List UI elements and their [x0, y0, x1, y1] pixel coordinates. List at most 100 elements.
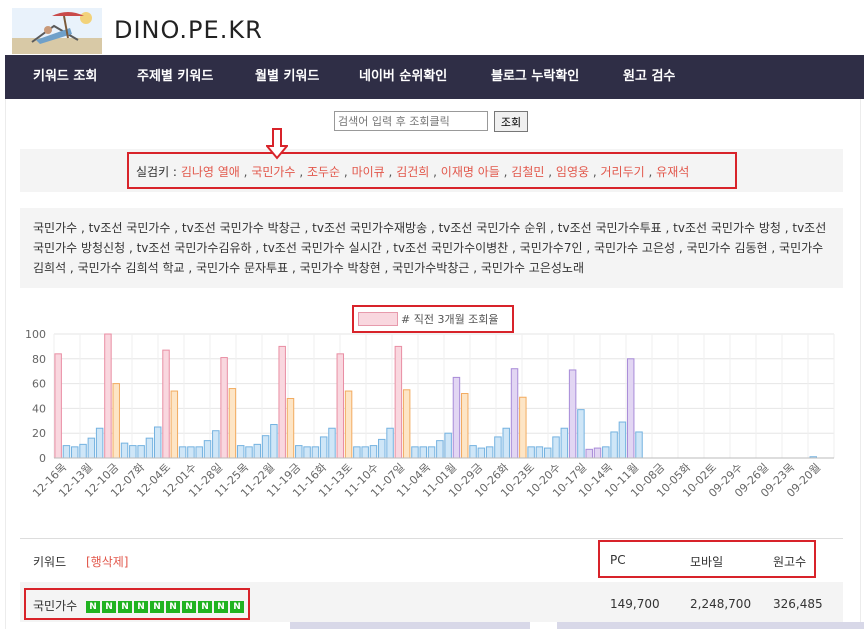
naver-n-badge: N [134, 601, 148, 613]
chart-bar [452, 376, 461, 459]
nav-item-blog-missing[interactable]: 블로그 누락확인 [491, 55, 579, 99]
naver-n-badge: N [150, 601, 164, 613]
search-input[interactable] [334, 111, 488, 131]
realtime-separator: , [592, 165, 597, 179]
chart-bar [577, 409, 585, 459]
y-tick-label: 60 [32, 378, 46, 391]
chart-bar [187, 446, 195, 459]
nav-item-keyword-search[interactable]: 키워드 조회 [33, 55, 97, 99]
realtime-keyword[interactable]: 김철민 [511, 165, 544, 179]
realtime-keyword[interactable]: 국민가수 [251, 165, 295, 179]
chart-bar [120, 442, 129, 459]
chart-bar [394, 345, 403, 459]
chart-bar [353, 446, 361, 459]
chart-bar [112, 383, 120, 459]
chart-bar [402, 389, 411, 459]
row-mobile-count: 2,248,700 [690, 597, 752, 611]
chart-bar [593, 447, 602, 459]
y-tick-label: 20 [32, 427, 46, 440]
naver-badges: NNNNNNNNNN [86, 598, 246, 613]
chart-bar [477, 447, 486, 459]
chart-bar [87, 437, 96, 459]
nav-item-topic-keywords[interactable]: 주제별 키워드 [137, 55, 213, 99]
chart-bar [543, 447, 552, 459]
chart-bar [344, 390, 353, 459]
chart-bar [236, 445, 245, 459]
chart-bar [54, 353, 62, 459]
chart-bar [137, 445, 145, 459]
chart-bar [311, 446, 320, 459]
realtime-keyword[interactable]: 거리두기 [601, 165, 645, 179]
realtime-label: 실검키 : [136, 165, 177, 179]
header-mobile: 모바일 [690, 555, 724, 569]
realtime-separator: , [388, 165, 393, 179]
chart-bar [436, 440, 444, 459]
chart-bar [228, 388, 237, 459]
row-keyword[interactable]: 국민가수 [33, 597, 77, 614]
realtime-keyword[interactable]: 마이큐 [352, 165, 385, 179]
chart-bar [602, 446, 610, 459]
chart-bar [278, 345, 286, 459]
chart-bar [220, 357, 228, 459]
y-tick-label: 80 [32, 353, 46, 366]
header-docs: 원고수 [773, 555, 807, 569]
chart-bar [145, 437, 154, 459]
beach-chair-logo-icon[interactable] [12, 8, 102, 54]
y-tick-label: 40 [32, 402, 46, 415]
trend-bar-chart: 02040608010012-16목12-13월12-10금12-07화12-0… [25, 328, 835, 500]
chart-bar [444, 432, 452, 459]
chart-bar [378, 438, 386, 459]
table-top-divider [20, 538, 843, 539]
nav-item-naver-rank[interactable]: 네이버 순위확인 [359, 55, 447, 99]
chart-bar [261, 435, 270, 459]
realtime-keyword[interactable]: 임영웅 [556, 165, 589, 179]
chart-bar [510, 368, 519, 459]
realtime-separator: , [433, 165, 437, 179]
realtime-keyword[interactable]: 조두순 [307, 165, 340, 179]
chart-bar [386, 427, 394, 459]
chart-bar [427, 446, 436, 459]
chart-bar [535, 446, 544, 459]
chart-bar [369, 445, 378, 459]
chart-bar [494, 436, 502, 459]
main-nav: 키워드 조회 주제별 키워드 월별 키워드 네이버 순위확인 블로그 누락확인 … [5, 55, 864, 99]
chart-bar [203, 440, 212, 459]
chart-bar [419, 446, 427, 459]
chart-bar [519, 396, 527, 459]
y-tick-label: 100 [25, 328, 46, 341]
chart-bar [635, 431, 643, 459]
y-tick-label: 0 [39, 452, 46, 465]
realtime-separator: , [243, 165, 248, 179]
search-button[interactable]: 조회 [494, 111, 528, 132]
chart-bar [195, 446, 203, 459]
chart-bar [618, 421, 627, 459]
chart-bar [170, 390, 179, 459]
chart-bar [328, 427, 336, 459]
related-keywords-text: 국민가수 , tv조선 국민가수 , tv조선 국민가수 박창근 , tv조선 … [33, 221, 827, 275]
realtime-keyword[interactable]: 유재석 [656, 165, 689, 179]
realtime-keyword[interactable]: 이재명 아들 [441, 165, 500, 179]
realtime-separator: , [299, 165, 304, 179]
chart-bar [552, 436, 560, 459]
nav-item-manuscript-check[interactable]: 원고 검수 [623, 55, 675, 99]
chart-bar [95, 427, 104, 459]
nav-item-monthly-keywords[interactable]: 월별 키워드 [255, 55, 319, 99]
chart-bar [610, 431, 618, 459]
naver-n-badge: N [214, 601, 228, 613]
delete-row-link[interactable]: [행삭제] [86, 553, 128, 570]
chart-bar [461, 393, 469, 459]
row-pc-count: 149,700 [610, 597, 660, 611]
site-title[interactable]: DINO.PE.KR [114, 16, 263, 44]
realtime-separator: , [503, 165, 508, 179]
chart-bar [527, 446, 535, 459]
chart-bar [485, 446, 494, 459]
chart-bar [153, 426, 162, 459]
naver-n-badge: N [86, 601, 100, 613]
realtime-keyword[interactable]: 김나영 열애 [181, 165, 240, 179]
header-pc: PC [610, 553, 626, 567]
chart-bar [79, 443, 87, 459]
realtime-keyword[interactable]: 김건희 [396, 165, 429, 179]
realtime-separator: , [648, 165, 653, 179]
down-arrow-icon [266, 128, 288, 160]
chart-bar [162, 349, 170, 459]
